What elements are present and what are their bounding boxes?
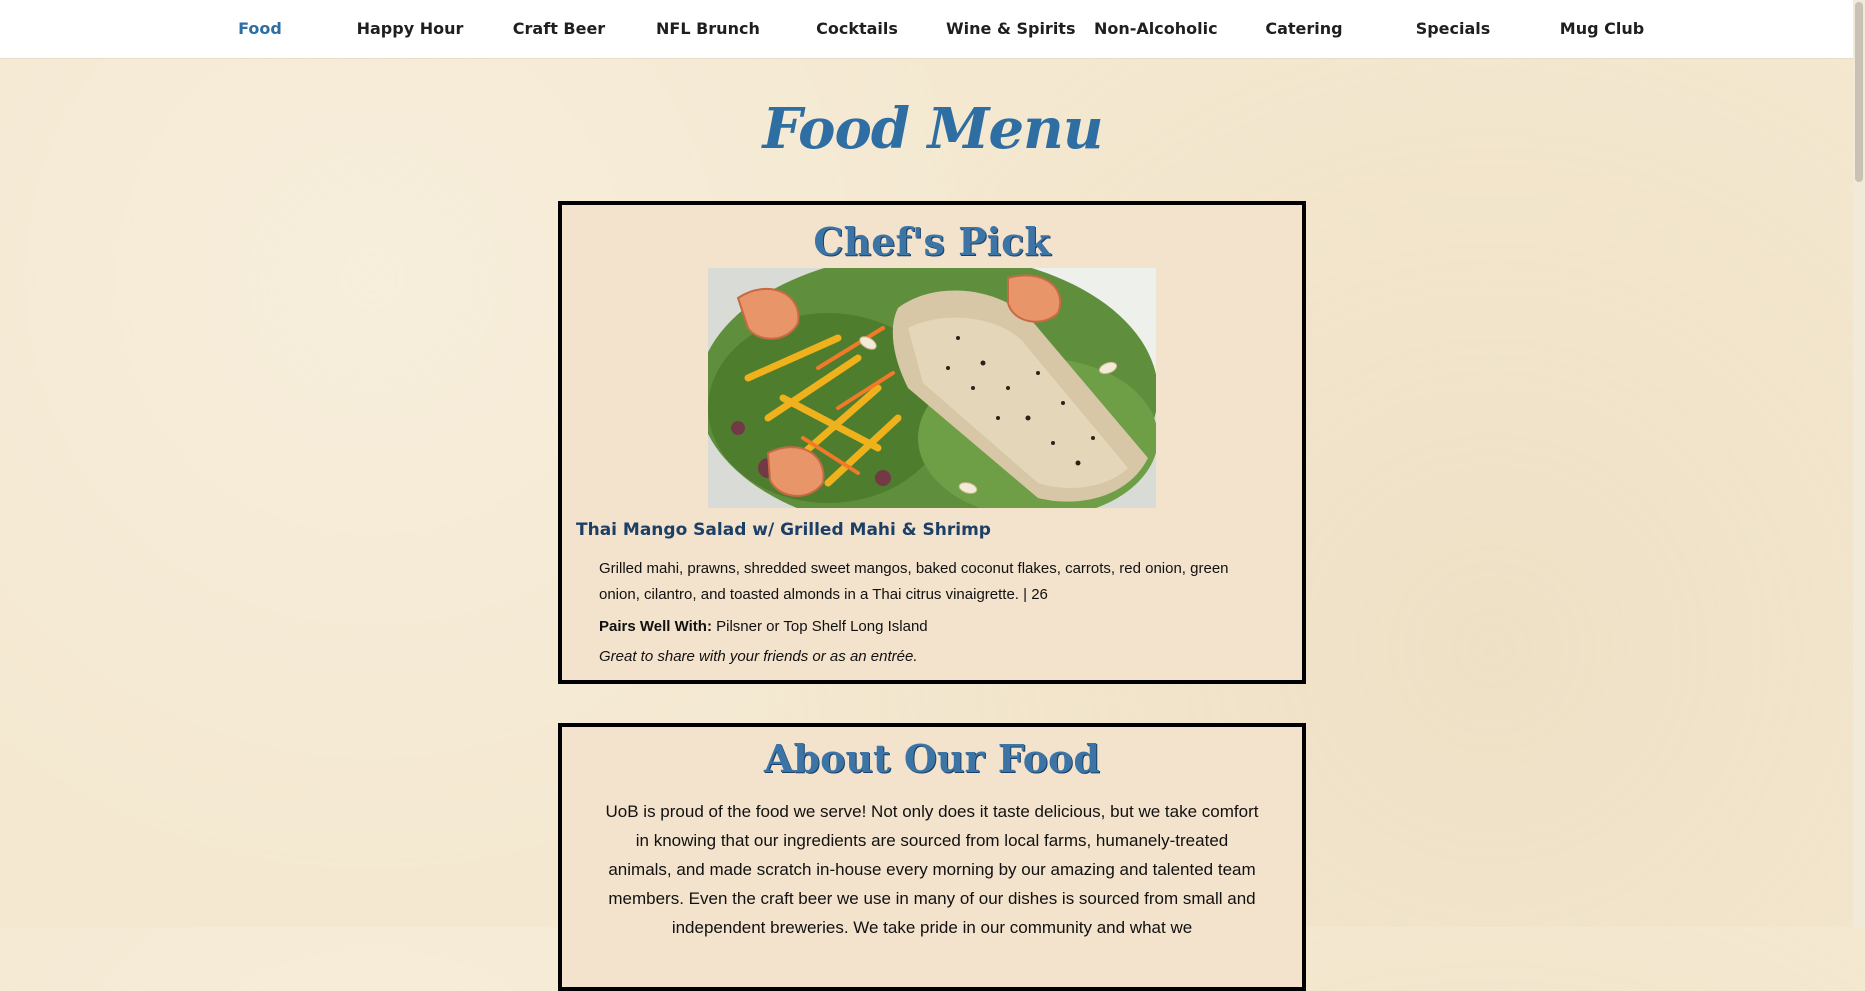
nav-item-mug-club[interactable]: Mug Club <box>1551 0 1653 58</box>
nav-item-specials[interactable]: Specials <box>1402 0 1504 58</box>
nav-item-wine-spirits[interactable]: Wine & Spirits <box>946 0 1075 58</box>
chefs-pick-card: Chef's Pick Thai Mango Salad w/ Grilled … <box>558 201 1306 684</box>
nav-item-craft-beer[interactable]: Craft Beer <box>508 0 610 58</box>
pairs-value: Pilsner or Top Shelf Long Island <box>711 618 928 635</box>
nav-item-nfl-brunch[interactable]: NFL Brunch <box>656 0 760 58</box>
chefs-pick-heading: Chef's Pick <box>813 219 1051 264</box>
food-photo <box>708 268 1156 508</box>
about-text: UoB is proud of the food we serve! Not o… <box>605 802 1259 937</box>
about-heading: About Our Food <box>764 736 1100 781</box>
top-navigation: Food Happy Hour Craft Beer NFL Brunch Co… <box>0 0 1865 59</box>
pairs-well-with: Pairs Well With: Pilsner or Top Shelf Lo… <box>599 618 1302 635</box>
nav-item-catering[interactable]: Catering <box>1253 0 1355 58</box>
nav-item-happy-hour[interactable]: Happy Hour <box>355 0 465 58</box>
pairs-label: Pairs Well With: <box>599 618 712 635</box>
page-title: Food Menu <box>762 96 1103 162</box>
menu-item-description: Grilled mahi, prawns, shredded sweet man… <box>599 560 1229 603</box>
nav-item-food[interactable]: Food <box>213 0 307 58</box>
nav-item-non-alcoholic[interactable]: Non-Alcoholic <box>1094 0 1218 58</box>
menu-item-name: Thai Mango Salad w/ Grilled Mahi & Shrim… <box>576 520 991 540</box>
about-food-card: About Our Food UoB is proud of the food … <box>558 723 1306 991</box>
nav-item-cocktails[interactable]: Cocktails <box>806 0 908 58</box>
salad-photo-illustration <box>708 268 1156 508</box>
menu-item-note: Great to share with your friends or as a… <box>599 648 918 665</box>
